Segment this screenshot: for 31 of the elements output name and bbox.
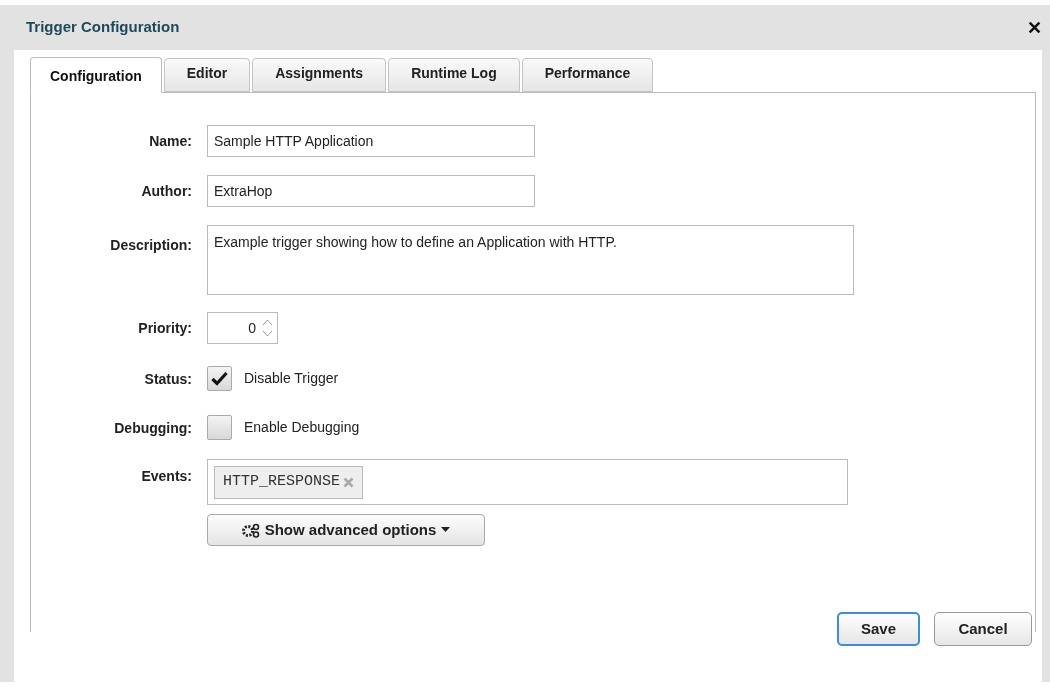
close-button[interactable]: ✕	[1027, 18, 1042, 37]
remove-icon[interactable]	[343, 476, 355, 488]
tab[interactable]: Runtime Log	[388, 58, 520, 92]
field-label: Status:	[144, 370, 192, 387]
save-button[interactable]: Save	[837, 612, 920, 646]
tab[interactable]: Performance	[521, 58, 654, 92]
checkbox-label: Disable Trigger	[244, 369, 339, 388]
field-label: Priority:	[138, 320, 192, 336]
event-tag: HTTP_RESPONSE	[214, 465, 364, 499]
stepper-arrows-icon	[262, 317, 273, 339]
author-field[interactable]: ExtraHop	[207, 175, 535, 207]
dialog-title: Trigger Configuration	[26, 17, 180, 38]
name-field[interactable]: Sample HTTP Application	[207, 125, 535, 157]
tab[interactable]: Assignments	[252, 58, 387, 92]
field-label: Debugging:	[114, 419, 192, 436]
caret-icon	[441, 527, 451, 533]
tab[interactable]: Configuration	[30, 57, 162, 93]
checkmark-icon	[211, 371, 228, 386]
field-label: Description:	[110, 237, 192, 253]
description-field[interactable]: Example trigger showing how to define an Application with HTTP.	[207, 225, 854, 295]
events-field[interactable]: HTTP_RESPONSE	[207, 459, 848, 505]
advanced-options-button[interactable]: Show advanced options	[207, 514, 485, 546]
checkbox-label: Enable Debugging	[244, 418, 360, 437]
field-label: Author:	[141, 183, 192, 199]
tab[interactable]: Editor	[163, 58, 251, 92]
priority-spinner[interactable]: 0	[207, 312, 278, 344]
field-label: Name:	[149, 133, 192, 149]
cancel-button[interactable]: Cancel	[934, 612, 1032, 646]
checkbox[interactable]	[207, 366, 232, 391]
checkbox[interactable]	[207, 415, 232, 440]
field-label: Events:	[141, 468, 192, 484]
